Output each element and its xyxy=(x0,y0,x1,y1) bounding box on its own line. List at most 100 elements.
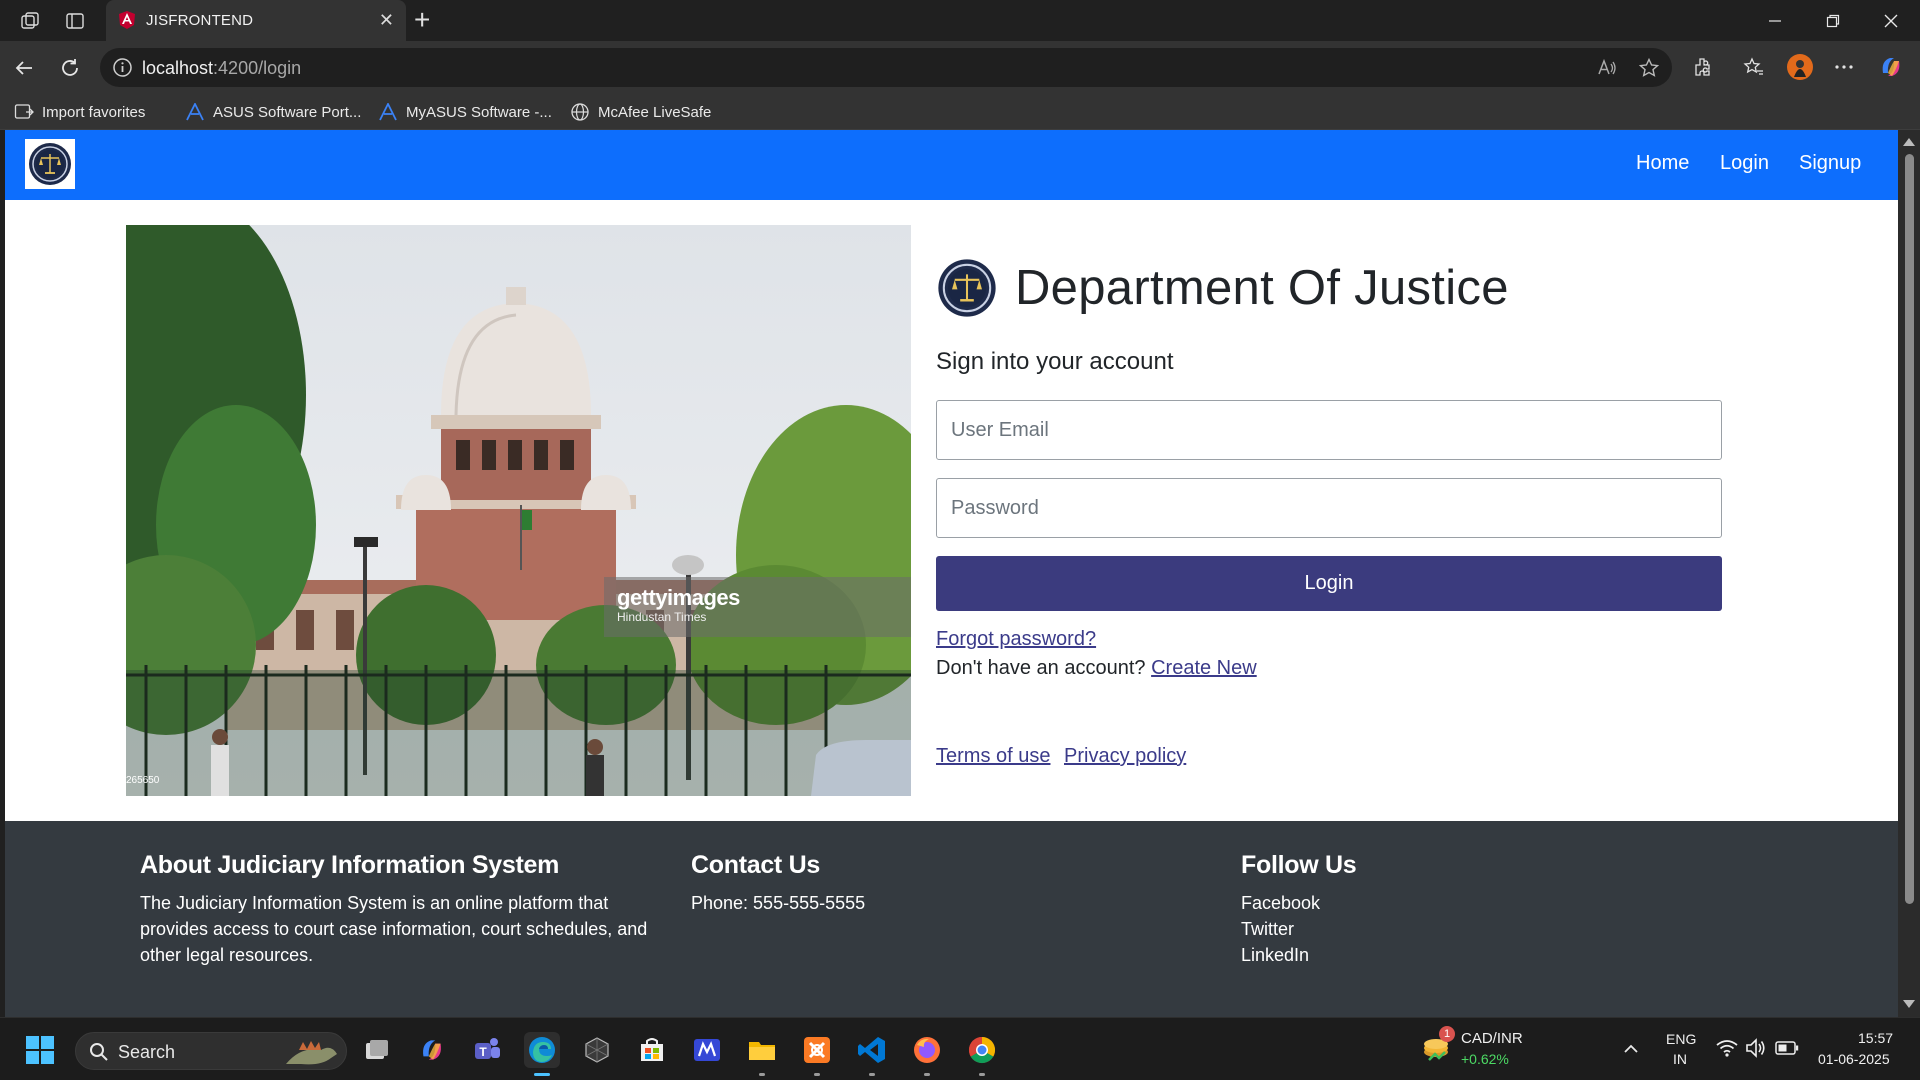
url-input[interactable]: localhost:4200/login xyxy=(100,48,1672,87)
minimize-icon[interactable] xyxy=(1760,8,1790,34)
vertical-tabs-icon[interactable] xyxy=(63,9,87,33)
bookmark-label: Import favorites xyxy=(42,103,146,121)
password-field[interactable] xyxy=(936,478,1722,538)
site-navbar: Home Login Signup xyxy=(5,130,1898,200)
file-explorer-icon[interactable] xyxy=(744,1032,780,1076)
battery-icon[interactable] xyxy=(1775,1040,1799,1061)
svg-text:T: T xyxy=(479,1045,487,1059)
footer-phone: Phone: 555-555-5555 xyxy=(691,893,866,913)
asus-logo-icon xyxy=(379,103,397,121)
scroll-up-icon[interactable] xyxy=(1903,138,1915,146)
bookmark-label: McAfee LiveSafe xyxy=(598,103,712,121)
bookmark-asus-software[interactable]: ASUS Software Port... xyxy=(185,101,361,123)
tab-close-icon[interactable]: ✕ xyxy=(379,10,394,30)
chrome-icon[interactable] xyxy=(964,1032,1000,1076)
start-icon[interactable] xyxy=(22,1032,58,1068)
login-button[interactable]: Login xyxy=(936,556,1722,611)
notification-badge: 1 xyxy=(1439,1026,1455,1042)
supreme-court-image: gettyimages Hindustan Times 265650 xyxy=(126,225,911,796)
url-path: :4200/login xyxy=(213,58,302,78)
vscode-icon[interactable] xyxy=(854,1032,890,1076)
firefox-icon[interactable] xyxy=(909,1032,945,1076)
close-window-icon[interactable] xyxy=(1876,8,1906,34)
footer-link-linkedin[interactable]: LinkedIn xyxy=(1241,942,1641,968)
app-icon-blue-m[interactable] xyxy=(689,1032,725,1068)
input-language[interactable]: ENG xyxy=(1666,1031,1696,1047)
footer-follow-heading: Follow Us xyxy=(1241,851,1357,879)
getty-watermark: gettyimages xyxy=(617,585,740,610)
xampp-icon[interactable] xyxy=(799,1032,835,1076)
tab-title: JISFRONTEND xyxy=(146,12,254,29)
refresh-icon[interactable] xyxy=(56,54,84,82)
page-title: Department Of Justice xyxy=(1015,261,1509,315)
taskbar-search[interactable]: Search xyxy=(75,1032,347,1070)
globe-icon xyxy=(571,103,589,121)
forgot-password-link[interactable]: Forgot password? xyxy=(936,628,1096,651)
nav-link-home[interactable]: Home xyxy=(1636,152,1689,175)
scroll-down-icon[interactable] xyxy=(1903,1000,1915,1008)
footer-about: About Judiciary Information System The J… xyxy=(140,851,650,968)
scroll-thumb[interactable] xyxy=(1905,154,1914,904)
windows-taskbar: Search T 1 CAD/INR +0.62% ENG IN 15:57 0… xyxy=(0,1017,1920,1080)
favorite-star-icon[interactable] xyxy=(1638,57,1660,79)
bookmark-myasus-software[interactable]: MyASUS Software -... xyxy=(378,101,552,123)
more-options-icon[interactable] xyxy=(1830,53,1858,81)
search-label: Search xyxy=(118,1042,176,1062)
site-info-icon[interactable] xyxy=(112,57,133,78)
extensions-icon[interactable] xyxy=(1689,53,1717,81)
nav-link-signup[interactable]: Signup xyxy=(1799,152,1861,175)
image-id: 265650 xyxy=(126,775,160,786)
signin-heading: Sign into your account xyxy=(936,348,1174,375)
app-icon-dark-cube[interactable] xyxy=(579,1032,615,1068)
site-footer: About Judiciary Information System The J… xyxy=(5,821,1898,1017)
footer-about-text: The Judiciary Information System is an o… xyxy=(140,893,648,965)
copilot-icon[interactable] xyxy=(1877,53,1905,81)
copilot-taskbar-icon[interactable] xyxy=(414,1032,450,1068)
email-field[interactable] xyxy=(936,400,1722,460)
input-region: IN xyxy=(1673,1051,1687,1067)
create-new-link[interactable]: Create New xyxy=(1151,657,1257,679)
nav-link-login[interactable]: Login xyxy=(1720,152,1769,175)
bookmark-label: ASUS Software Port... xyxy=(213,103,362,121)
brand-header: Department Of Justice xyxy=(937,250,1509,326)
currency-widget-icon[interactable]: 1 xyxy=(1421,1026,1455,1068)
currency-change: +0.62% xyxy=(1461,1051,1509,1067)
footer-contact: Contact Us Phone: 555-555-5555 xyxy=(691,851,1091,916)
wifi-icon[interactable] xyxy=(1716,1039,1738,1062)
footer-follow: Follow Us Facebook Twitter LinkedIn xyxy=(1241,851,1641,968)
restore-icon[interactable] xyxy=(1818,8,1848,34)
volume-icon[interactable] xyxy=(1745,1038,1767,1063)
search-icon xyxy=(90,1043,108,1061)
justice-emblem-icon xyxy=(938,259,996,317)
footer-link-facebook[interactable]: Facebook xyxy=(1241,890,1641,916)
browser-tab-bar: JISFRONTEND ✕ + xyxy=(0,0,1920,41)
dinosaur-highlight-icon xyxy=(286,1041,337,1065)
chevron-up-icon[interactable] xyxy=(1622,1040,1640,1058)
clock-time[interactable]: 15:57 xyxy=(1858,1030,1893,1046)
footer-link-twitter[interactable]: Twitter xyxy=(1241,916,1641,942)
page-scrollbar[interactable] xyxy=(1898,130,1920,1017)
teams-icon[interactable]: T xyxy=(469,1032,505,1068)
favorites-icon[interactable] xyxy=(1740,53,1768,81)
read-aloud-icon[interactable] xyxy=(1596,57,1618,79)
new-tab-button[interactable]: + xyxy=(414,6,430,34)
clock-date[interactable]: 01-06-2025 xyxy=(1818,1051,1890,1067)
profile-avatar[interactable] xyxy=(1786,53,1814,81)
currency-pair[interactable]: CAD/INR xyxy=(1461,1030,1523,1047)
site-logo[interactable] xyxy=(25,139,75,189)
no-account-text: Don't have an account? xyxy=(936,657,1146,679)
create-account-line: Don't have an account? Create New xyxy=(936,657,1257,680)
edge-taskbar-icon[interactable] xyxy=(524,1032,560,1076)
store-icon[interactable] xyxy=(634,1032,670,1068)
page-viewport: Home Login Signup gettyimages Hindustan … xyxy=(5,130,1898,1017)
bookmark-mcafee[interactable]: McAfee LiveSafe xyxy=(570,101,711,123)
bookmark-import-favorites[interactable]: Import favorites xyxy=(14,101,145,123)
privacy-link[interactable]: Privacy policy xyxy=(1064,745,1186,768)
back-icon[interactable] xyxy=(10,54,38,82)
active-tab[interactable]: JISFRONTEND ✕ xyxy=(106,0,406,41)
workspaces-icon[interactable] xyxy=(18,9,42,33)
bookmark-label: MyASUS Software -... xyxy=(406,103,552,121)
bookmarks-bar: Import favorites ASUS Software Port... M… xyxy=(0,94,1920,130)
task-view-icon[interactable] xyxy=(359,1032,395,1068)
terms-link[interactable]: Terms of use xyxy=(936,745,1050,768)
